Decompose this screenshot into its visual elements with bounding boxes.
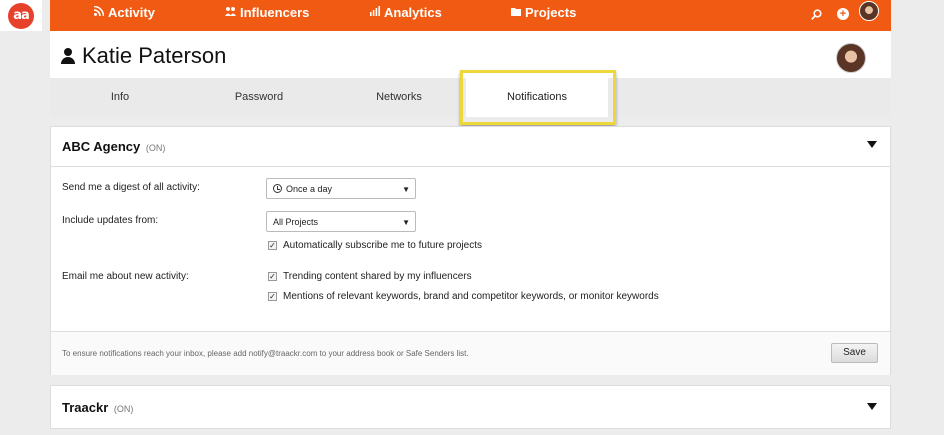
folder-icon (511, 7, 521, 19)
nav-influencers[interactable]: Influencers (225, 5, 309, 20)
abc-agency-card: ABC Agency (ON) Send me a digest of all … (50, 126, 891, 375)
settings-tabs: Info Password Networks Notifications (50, 70, 891, 125)
digest-label: Send me a digest of all activity: (62, 182, 200, 193)
expand-caret-icon[interactable] (867, 403, 877, 410)
abc-agency-status: (ON) (145, 143, 166, 153)
updates-source-select[interactable]: All Projects ▼ (266, 211, 416, 232)
tab-password[interactable]: Password (224, 78, 294, 117)
traackr-status: (ON) (113, 404, 134, 414)
traackr-name: Traackr (62, 400, 109, 415)
traackr-card: Traackr (ON) (50, 385, 891, 429)
clock-icon (273, 184, 282, 193)
digest-frequency-select[interactable]: Once a day ▼ (266, 178, 416, 199)
keyword-mentions-label: Mentions of relevant keywords, brand and… (283, 291, 659, 302)
add-icon[interactable]: + (834, 5, 852, 23)
people-icon (225, 6, 236, 19)
nav-activity-label: Activity (108, 5, 155, 20)
nav-analytics[interactable]: Analytics (370, 5, 442, 20)
abc-agency-header[interactable]: ABC Agency (ON) (51, 127, 890, 167)
updates-source-value: All Projects (273, 216, 319, 227)
nav-projects-label: Projects (525, 5, 577, 20)
abc-agency-name: ABC Agency (62, 139, 141, 154)
app-logo[interactable]: aa (0, 0, 42, 31)
auto-subscribe-label: Automatically subscribe me to future pro… (283, 240, 482, 251)
traackr-header[interactable]: Traackr (ON) (51, 386, 890, 430)
traackr-title: Traackr (ON) (62, 400, 133, 415)
nav-analytics-label: Analytics (384, 5, 442, 20)
safe-sender-note: To ensure notifications reach your inbox… (62, 349, 469, 358)
email-activity-label: Email me about new activity: (62, 271, 189, 282)
trending-content-checkbox[interactable]: ✓ (268, 272, 277, 281)
abc-agency-title: ABC Agency (ON) (62, 139, 165, 154)
top-navigation-bar: Activity Influencers Analytics Projects … (50, 0, 891, 31)
bar-chart-icon (370, 6, 380, 19)
user-avatar[interactable] (859, 1, 879, 21)
profile-title: Katie Paterson (60, 43, 226, 69)
nav-influencers-label: Influencers (240, 5, 310, 20)
profile-name: Katie Paterson (82, 43, 227, 68)
trending-content-label: Trending content shared by my influencer… (283, 271, 472, 282)
nav-activity[interactable]: Activity (93, 5, 155, 20)
collapse-caret-icon[interactable] (867, 141, 877, 148)
profile-avatar (836, 43, 866, 73)
nav-projects[interactable]: Projects (511, 5, 576, 20)
auto-subscribe-checkbox[interactable]: ✓ (268, 241, 277, 250)
tab-info[interactable]: Info (85, 78, 155, 117)
person-icon (60, 48, 76, 64)
updates-label: Include updates from: (62, 215, 159, 226)
profile-header: Katie Paterson Info Password Networks No… (50, 31, 891, 125)
save-button[interactable]: Save (831, 343, 878, 363)
auto-subscribe-option[interactable]: ✓ Automatically subscribe me to future p… (268, 240, 482, 251)
keyword-mentions-checkbox[interactable]: ✓ (268, 292, 277, 301)
dropdown-arrow-icon: ▼ (402, 218, 410, 227)
abc-agency-footer: To ensure notifications reach your inbox… (51, 331, 890, 375)
search-icon[interactable] (807, 5, 825, 23)
logo-badge: aa (8, 2, 34, 29)
trending-content-option[interactable]: ✓ Trending content shared by my influenc… (268, 271, 472, 282)
keyword-mentions-option[interactable]: ✓ Mentions of relevant keywords, brand a… (268, 291, 659, 302)
tab-networks[interactable]: Networks (364, 78, 434, 117)
tab-notifications[interactable]: Notifications (466, 78, 608, 117)
rss-icon (93, 5, 105, 19)
digest-frequency-value: Once a day (286, 183, 333, 194)
dropdown-arrow-icon: ▼ (402, 185, 410, 194)
